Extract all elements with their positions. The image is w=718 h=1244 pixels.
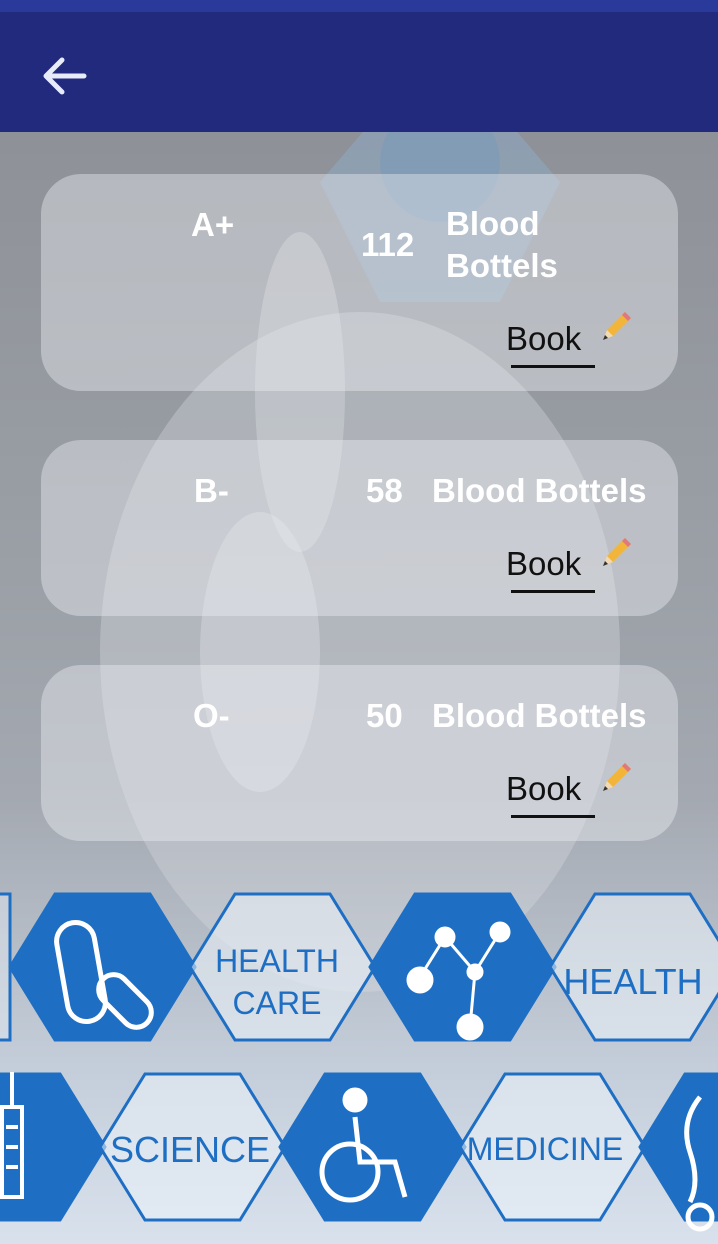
blood-group-label: B- <box>194 472 229 509</box>
svg-text:CARE: CARE <box>233 985 322 1021</box>
back-button[interactable] <box>38 50 90 102</box>
blood-group-label: A+ <box>191 206 235 243</box>
svg-text:HEALTH: HEALTH <box>563 961 702 1002</box>
app-bar <box>0 12 718 132</box>
book-underline <box>511 365 595 368</box>
blood-group-label: O- <box>193 697 230 734</box>
unit-label-line2: Bottels <box>446 247 558 284</box>
unit-label: Blood Bottels <box>432 697 647 734</box>
unit-label: Blood Bottels <box>432 472 647 509</box>
blood-card-o-minus: O- 50 Blood Bottels Book <box>41 665 678 841</box>
status-bar <box>0 0 718 12</box>
svg-text:MEDICINE: MEDICINE <box>467 1131 623 1167</box>
book-underline <box>511 590 595 593</box>
book-button[interactable]: Book <box>506 545 581 583</box>
book-underline <box>511 815 595 818</box>
pencil-icon <box>603 763 631 791</box>
blood-card-b-minus: B- 58 Blood Bottels Book <box>41 440 678 616</box>
bottle-count: 112 <box>361 226 415 263</box>
svg-text:HEALTH: HEALTH <box>215 943 339 979</box>
arrow-left-icon <box>43 57 87 95</box>
book-button[interactable]: Book <box>506 320 581 358</box>
unit-label-line1: Blood <box>446 205 540 242</box>
bottle-count: 58 <box>366 472 403 509</box>
blood-card-a-plus: A+ 112 Blood Bottels Book <box>41 174 678 391</box>
svg-text:SCIENCE: SCIENCE <box>110 1129 270 1170</box>
pencil-icon <box>603 312 631 340</box>
pencil-icon <box>603 538 631 566</box>
book-button[interactable]: Book <box>506 770 581 808</box>
bottle-count: 50 <box>366 697 403 734</box>
